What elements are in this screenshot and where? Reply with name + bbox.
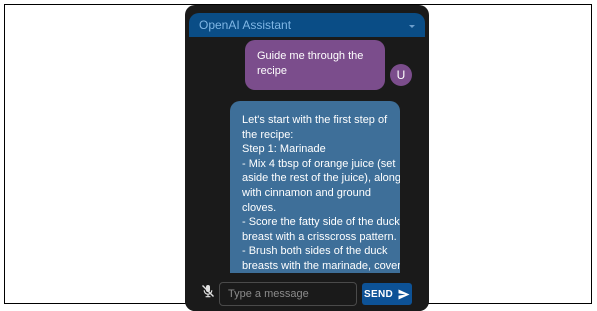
assistant-message-line: - Brush both sides of the duck	[242, 245, 388, 258]
assistant-message-line: breast with a crisscross pattern.	[242, 230, 397, 243]
user-avatar: U	[390, 64, 412, 86]
chat-title: OpenAI Assistant	[199, 18, 292, 32]
user-message-text: Guide me through the recipe	[257, 50, 364, 77]
chat-header[interactable]: OpenAI Assistant	[189, 13, 425, 37]
assistant-message-line: Let's start with the first step of	[242, 114, 388, 126]
assistant-message-line: aside the rest of the juice), along	[242, 172, 400, 185]
assistant-message-line: breasts with the marinade, cover,	[242, 259, 400, 272]
chat-window: OpenAI Assistant Guide me through the re…	[185, 5, 429, 311]
message-list[interactable]: Guide me through the recipe U Let's star…	[185, 37, 429, 273]
assistant-message-bubble: Let's start with the first step of the r…	[230, 101, 400, 273]
assistant-message-line: the recipe:	[242, 128, 294, 141]
assistant-message-line: Step 1: Marinade	[242, 143, 326, 156]
user-message-bubble: Guide me through the recipe	[245, 40, 385, 90]
assistant-message-line: - Mix 4 tbsp of orange juice (set	[242, 157, 396, 170]
mic-off-icon[interactable]	[201, 284, 215, 298]
assistant-message-line: cloves.	[242, 201, 277, 214]
screenshot-frame: OpenAI Assistant Guide me through the re…	[4, 4, 592, 311]
assistant-message-line: - Score the fatty side of the duck	[242, 216, 400, 229]
send-button-label: SEND	[364, 288, 393, 300]
assistant-message-line: with cinnamon and ground	[242, 186, 372, 199]
send-arrow-icon	[398, 289, 410, 299]
chevron-down-icon[interactable]	[409, 24, 415, 28]
send-button[interactable]: SEND	[362, 283, 412, 305]
message-composer: SEND	[185, 273, 429, 311]
message-input[interactable]	[219, 282, 357, 306]
